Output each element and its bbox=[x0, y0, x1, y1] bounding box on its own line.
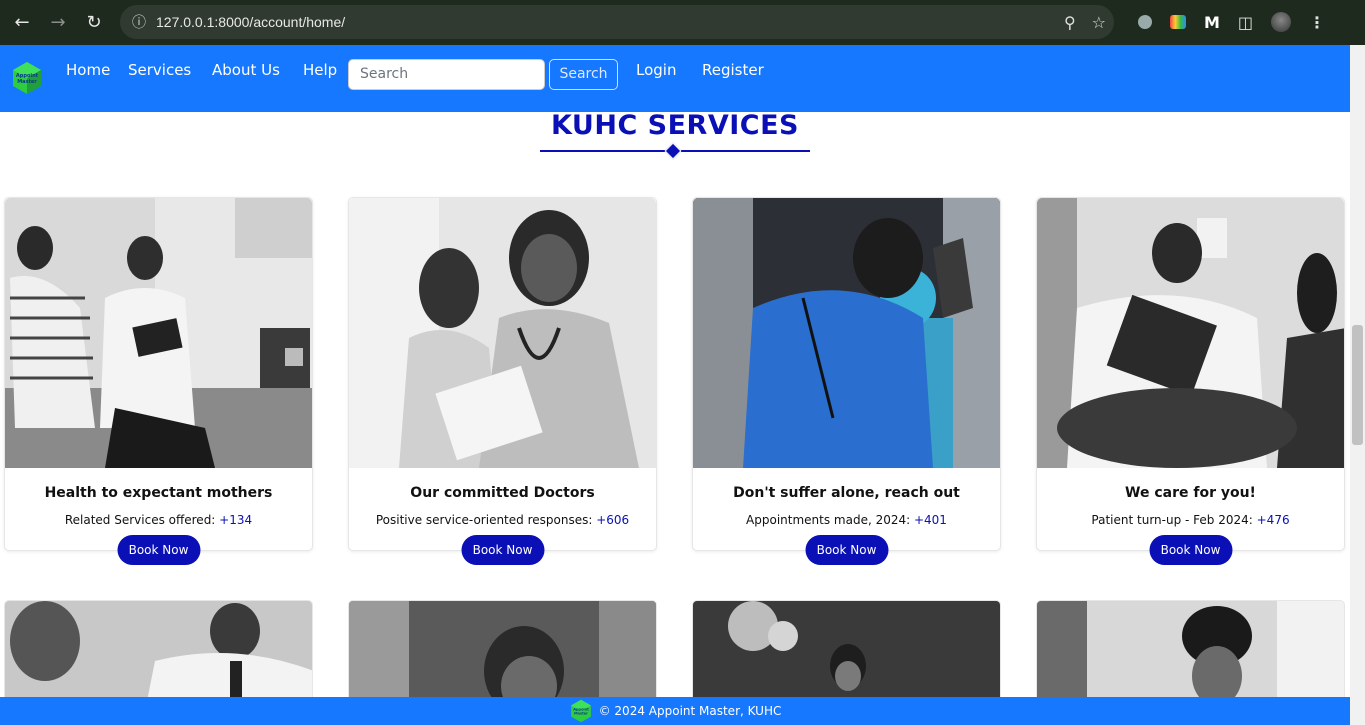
nav-home[interactable]: Home bbox=[66, 61, 110, 79]
nav-services[interactable]: Services bbox=[128, 61, 191, 79]
forward-icon[interactable]: → bbox=[40, 4, 76, 40]
card-title: Health to expectant mothers bbox=[44, 485, 273, 501]
service-card-partial bbox=[692, 600, 1001, 710]
book-now-button[interactable]: Book Now bbox=[461, 535, 544, 565]
site-info-icon[interactable]: ⓘ bbox=[122, 12, 156, 32]
card-stat: Positive service-oriented responses: +60… bbox=[375, 513, 630, 527]
card-photo-expectant-mother bbox=[5, 198, 312, 468]
card-photo-caring-doctor bbox=[1037, 198, 1344, 468]
bookmark-star-icon[interactable]: ☆ bbox=[1092, 13, 1106, 32]
extension-m-icon[interactable]: M bbox=[1204, 13, 1220, 32]
card-title: Don't suffer alone, reach out bbox=[733, 485, 960, 501]
back-icon[interactable]: ← bbox=[4, 4, 40, 40]
card-stat: Appointments made, 2024: +401 bbox=[746, 513, 947, 527]
svg-text:Appoint: Appoint bbox=[573, 707, 589, 711]
service-card: Don't suffer alone, reach out Appointmen… bbox=[692, 197, 1001, 565]
card-stat-value: +476 bbox=[1256, 513, 1290, 527]
footer-copyright: © 2024 Appoint Master, KUHC bbox=[598, 704, 782, 718]
extension-icon[interactable] bbox=[1138, 15, 1152, 29]
card-stat: Related Services offered: +134 bbox=[64, 513, 253, 527]
svg-text:Master: Master bbox=[17, 79, 37, 85]
scrollbar-thumb[interactable] bbox=[1352, 325, 1363, 445]
card-stat-value: +401 bbox=[913, 513, 947, 527]
card-stat: Patient turn-up - Feb 2024: +476 bbox=[1091, 513, 1290, 527]
site-footer: Appoint Master © 2024 Appoint Master, KU… bbox=[0, 697, 1350, 725]
nav-login[interactable]: Login bbox=[636, 61, 676, 79]
card-title: Our committed Doctors bbox=[410, 485, 595, 501]
url-text: 127.0.0.1:8000/account/home/ bbox=[156, 14, 346, 30]
service-card: Health to expectant mothers Related Serv… bbox=[4, 197, 313, 565]
service-card: We care for you! Patient turn-up - Feb 2… bbox=[1036, 197, 1345, 565]
search-input[interactable]: Search bbox=[348, 59, 545, 90]
service-card-partial bbox=[1036, 600, 1345, 710]
service-card: Our committed Doctors Positive service-o… bbox=[348, 197, 657, 565]
card-photo-partial bbox=[5, 601, 312, 709]
nav-about-us[interactable]: About Us bbox=[212, 61, 280, 79]
card-stat-value: +134 bbox=[219, 513, 253, 527]
card-photo-partial bbox=[349, 601, 656, 709]
card-photo-doctors bbox=[349, 198, 656, 468]
book-now-button[interactable]: Book Now bbox=[805, 535, 888, 565]
search-button[interactable]: Search bbox=[549, 59, 618, 90]
card-photo-partial bbox=[693, 601, 1000, 709]
service-card-partial bbox=[4, 600, 313, 710]
svg-text:Master: Master bbox=[574, 712, 588, 716]
appoint-master-logo[interactable]: Appoint Master bbox=[10, 61, 44, 95]
zoom-icon[interactable]: ⚲ bbox=[1064, 13, 1076, 32]
divider-diamond bbox=[664, 142, 682, 160]
profile-avatar[interactable] bbox=[1271, 12, 1292, 32]
menu-kebab-icon[interactable]: ⋮ bbox=[1309, 13, 1325, 32]
extension-color-icon[interactable] bbox=[1170, 15, 1186, 29]
card-photo-partial bbox=[1037, 601, 1344, 709]
book-now-button[interactable]: Book Now bbox=[117, 535, 200, 565]
browser-toolbar: ← → ↻ ⓘ 127.0.0.1:8000/account/home/ ⚲ ☆… bbox=[0, 0, 1365, 45]
nav-help[interactable]: Help bbox=[303, 61, 337, 79]
section-heading: KUHC SERVICES bbox=[550, 110, 799, 141]
card-photo-stressed-doctor bbox=[693, 198, 1000, 468]
footer-logo: Appoint Master bbox=[570, 699, 591, 723]
book-now-button[interactable]: Book Now bbox=[1149, 535, 1232, 565]
card-stat-value: +606 bbox=[596, 513, 630, 527]
site-navbar: Appoint Master Home Services About Us He… bbox=[0, 45, 1350, 112]
service-card-partial bbox=[348, 600, 657, 710]
reload-icon[interactable]: ↻ bbox=[76, 4, 112, 40]
card-title: We care for you! bbox=[1125, 485, 1256, 501]
address-bar[interactable]: ⓘ 127.0.0.1:8000/account/home/ ⚲ ☆ bbox=[120, 5, 1114, 39]
nav-register[interactable]: Register bbox=[702, 61, 764, 79]
extensions-puzzle-icon[interactable]: ◫ bbox=[1238, 13, 1253, 32]
